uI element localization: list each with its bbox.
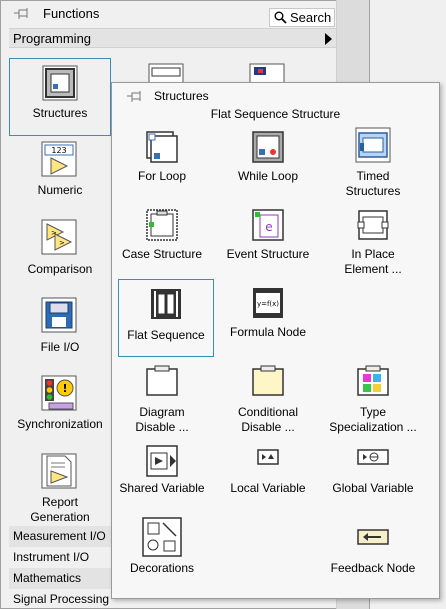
numeric-icon-text: 123	[51, 146, 66, 155]
structures-item-label: Formula Node	[229, 325, 307, 339]
programming-label: Programming	[13, 31, 92, 46]
structures-item-label: For Loop	[137, 169, 187, 183]
functions-item-label: File I/O	[40, 340, 80, 354]
svg-text:!: !	[62, 382, 67, 395]
category-measurement-io[interactable]: Measurement I/O	[9, 526, 119, 547]
structures-item-conditional-disable[interactable]: Conditional Disable ...	[218, 363, 318, 438]
structures-item-label: Decorations	[129, 561, 195, 575]
structures-item-label-line2: Disable ...	[135, 420, 189, 434]
structures-item-label: While Loop	[237, 169, 299, 183]
search-button[interactable]: Search	[269, 8, 335, 27]
pin-icon[interactable]	[13, 7, 31, 21]
structures-title: Structures	[154, 89, 209, 103]
timed-structures-icon	[355, 127, 391, 163]
svg-text:e: e	[265, 220, 272, 234]
structures-icon	[42, 65, 78, 101]
structures-item-label: Flat Sequence	[127, 328, 205, 342]
type-specialization-icon	[357, 365, 389, 397]
structures-item-label-line1: Diagram	[139, 405, 185, 419]
structures-item-local-variable[interactable]: Local Variable	[218, 445, 318, 507]
svg-text:>: >	[51, 229, 57, 237]
functions-item-structures[interactable]: Structures	[9, 58, 111, 136]
structures-item-type-specialization[interactable]: Type Specialization ...	[323, 363, 423, 438]
structures-item-formula-node[interactable]: y=f(x) Formula Node	[218, 285, 318, 347]
structures-item-label: Shared Variable	[119, 481, 205, 495]
structures-item-label-line2: Disable ...	[241, 420, 295, 434]
functions-item-label: Structures	[32, 106, 88, 120]
svg-text:>: >	[59, 239, 65, 247]
structures-item-for-loop[interactable]: For Loop	[112, 129, 212, 191]
structures-item-flat-sequence[interactable]: Flat Sequence	[118, 279, 214, 357]
functions-item-numeric[interactable]: 123 Numeric	[9, 139, 111, 217]
structures-item-label-line2: Element ...	[344, 262, 402, 276]
programming-category[interactable]: Programming	[9, 28, 336, 48]
structures-item-diagram-disable[interactable]: Diagram Disable ...	[112, 363, 212, 438]
functions-item-file-io[interactable]: File I/O	[9, 295, 111, 373]
structures-item-label-line2: Structures	[345, 184, 401, 198]
while-loop-icon	[252, 131, 284, 163]
conditional-disable-icon	[252, 365, 284, 397]
structures-item-global-variable[interactable]: Global Variable	[323, 445, 423, 507]
functions-item-synchronization[interactable]: ! Synchronization	[9, 373, 111, 451]
structures-item-label-line1: In Place	[351, 247, 395, 261]
structures-item-shared-variable[interactable]: Shared Variable	[112, 445, 212, 507]
functions-title: Functions	[43, 6, 100, 21]
structures-item-decorations[interactable]: Decorations	[112, 515, 212, 577]
expand-arrow-icon	[325, 33, 332, 45]
functions-item-label: Comparison	[27, 262, 93, 276]
structures-item-label: Event Structure	[226, 247, 310, 261]
item-tooltip: Flat Sequence Structure	[210, 107, 341, 121]
structures-item-label: Local Variable	[230, 481, 306, 495]
category-signal-processing[interactable]: Signal Processing	[9, 589, 119, 609]
structures-item-label-line2: Specialization ...	[329, 420, 417, 434]
functions-item-label-line2: Generation	[30, 510, 90, 524]
decorations-icon	[142, 517, 182, 557]
numeric-icon: 123	[41, 141, 77, 177]
event-structure-icon: e	[252, 209, 284, 241]
report-generation-icon	[41, 453, 77, 489]
functions-item-label: Synchronization	[17, 417, 103, 431]
structures-palette: Structures Flat Sequence Structure For L…	[111, 82, 440, 599]
partial-palette-icon	[249, 63, 285, 83]
structures-item-label-line1: Timed	[356, 169, 390, 183]
structures-item-timed-structures[interactable]: Timed Structures	[323, 127, 423, 202]
case-structure-icon	[146, 209, 178, 241]
functions-item-label: Numeric	[37, 183, 83, 197]
structures-item-while-loop[interactable]: While Loop	[218, 129, 318, 191]
search-icon	[274, 11, 290, 24]
feedback-node-icon	[357, 529, 389, 545]
pin-icon[interactable]	[126, 90, 144, 104]
functions-item-report-generation[interactable]: Report Generation	[9, 451, 111, 529]
shared-variable-icon	[146, 445, 178, 477]
partial-palette-icon	[148, 63, 184, 83]
functions-item-comparison[interactable]: > > Comparison	[9, 217, 111, 295]
structures-item-event-structure[interactable]: e Event Structure	[218, 207, 318, 269]
diagram-disable-icon	[146, 365, 178, 397]
structures-item-label: Feedback Node	[330, 561, 416, 575]
structures-item-label: Case Structure	[121, 247, 203, 261]
structures-item-case-structure[interactable]: Case Structure	[112, 207, 212, 269]
search-label: Search	[290, 10, 332, 25]
formula-node-icon: y=f(x)	[252, 287, 284, 319]
structures-item-label-line1: Conditional	[237, 405, 299, 419]
for-loop-icon	[146, 131, 178, 163]
flat-sequence-icon	[150, 288, 182, 320]
category-mathematics[interactable]: Mathematics	[9, 568, 119, 589]
functions-item-label-line1: Report	[41, 495, 79, 509]
file-io-icon	[41, 297, 77, 333]
functions-title-bar: Functions Search	[1, 1, 369, 27]
structures-item-feedback-node[interactable]: Feedback Node	[323, 515, 423, 577]
category-instrument-io[interactable]: Instrument I/O	[9, 547, 119, 568]
structures-item-in-place-element[interactable]: In Place Element ...	[323, 207, 423, 282]
in-place-element-icon	[357, 209, 389, 241]
structures-item-label: Global Variable	[332, 481, 414, 495]
local-variable-icon	[257, 449, 279, 465]
formula-icon-text: y=f(x)	[257, 300, 279, 308]
global-variable-icon	[357, 449, 389, 465]
structures-item-label-line1: Type	[359, 405, 386, 419]
synchronization-icon: !	[41, 375, 77, 411]
comparison-icon: > >	[41, 219, 77, 255]
